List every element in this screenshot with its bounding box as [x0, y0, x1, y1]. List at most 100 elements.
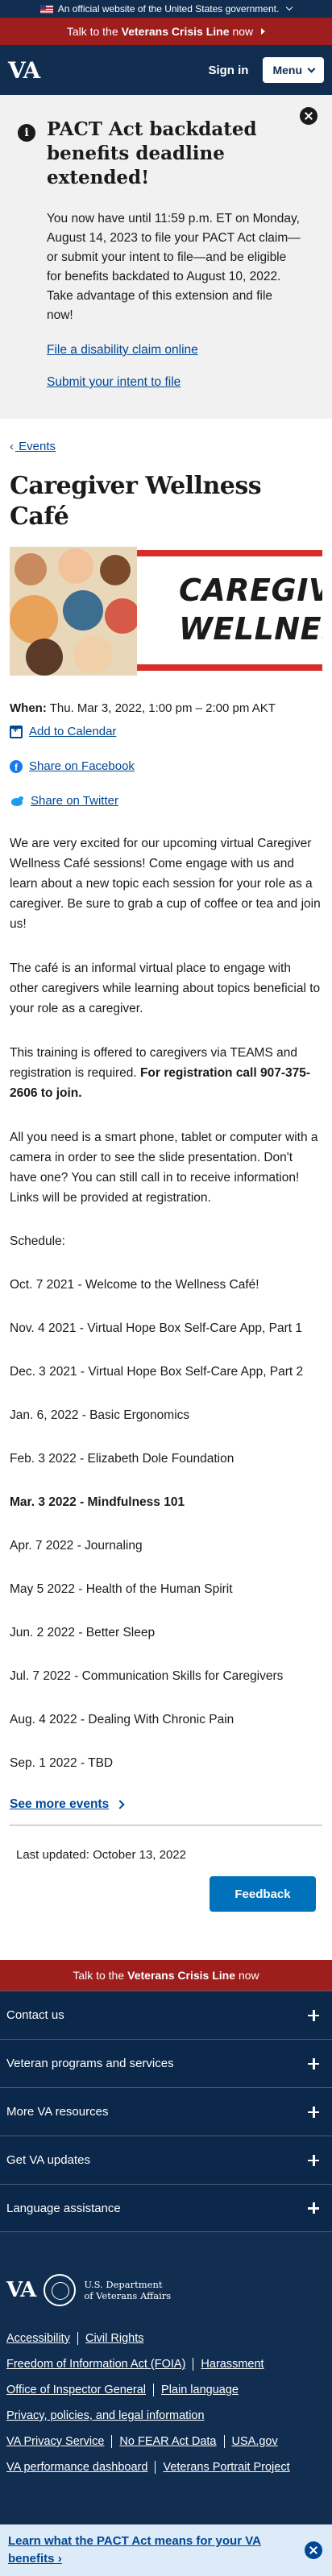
event-hero-image: CAREGIVER WELLNESS C: [10, 547, 322, 676]
schedule-item: Jun. 2 2022 - Better Sleep: [10, 1626, 156, 1639]
chevron-left-icon: ‹: [10, 440, 14, 453]
department-name: U.S. Department of Veterans Affairs: [84, 2279, 171, 2301]
plus-icon: [308, 2057, 319, 2069]
footer-accordion-updates[interactable]: Get VA updates: [0, 2136, 332, 2184]
pact-alert: i PACT Act backdated benefits deadline e…: [0, 95, 332, 419]
intent-to-file-link[interactable]: Submit your intent to file: [47, 375, 317, 390]
accordion-label: Language assistance: [6, 2201, 121, 2215]
share-facebook-link[interactable]: f Share on Facebook: [10, 759, 322, 773]
civil-rights-link[interactable]: Civil Rights: [85, 2326, 144, 2351]
accordion-label: Contact us: [6, 2008, 64, 2022]
footer-brand[interactable]: VA U.S. Department of Veterans Affairs: [0, 2274, 332, 2306]
no-fear-link[interactable]: No FEAR Act Data: [119, 2429, 216, 2454]
schedule-item: Nov. 4 2021 - Virtual Hope Box Self-Care…: [10, 1321, 303, 1335]
event-when: When: Thu. Mar 3, 2022, 1:00 pm – 2:00 p…: [10, 701, 322, 715]
plus-icon: [308, 2202, 319, 2214]
footer-va-logo: VA: [6, 2278, 36, 2302]
us-flag-icon: [39, 4, 53, 14]
crisis-prefix: Talk to the: [73, 1969, 125, 1982]
site-header: VA Sign in Menu: [0, 45, 332, 95]
menu-label: Menu: [272, 64, 302, 76]
oig-link[interactable]: Office of Inspector General: [6, 2377, 146, 2403]
footer-accordion-programs[interactable]: Veteran programs and services: [0, 2039, 332, 2087]
page-title: Caregiver Wellness Café: [10, 472, 262, 531]
va-seal-icon: [44, 2274, 77, 2306]
share-facebook-label: Share on Facebook: [29, 759, 135, 773]
event-description-2: The café is an informal virtual place to…: [10, 961, 321, 1015]
add-calendar-label: Add to Calendar: [29, 725, 117, 738]
pact-act-banner: Learn what the PACT Act means for your V…: [0, 2524, 332, 2576]
performance-dashboard-link[interactable]: VA performance dashboard: [6, 2454, 147, 2480]
schedule-item: Sep. 1 2022 - TBD: [10, 1756, 114, 1770]
file-claim-link[interactable]: File a disability claim online: [47, 343, 317, 358]
schedule-label: Schedule:: [10, 1234, 65, 1248]
arrow-right-icon: [261, 28, 266, 35]
share-twitter-link[interactable]: Share on Twitter: [10, 794, 322, 808]
calendar-plus-icon: [10, 725, 23, 738]
footer-accordion-contact-us[interactable]: Contact us: [0, 1991, 332, 2039]
add-to-calendar-link[interactable]: Add to Calendar: [10, 725, 322, 738]
official-banner-text: An official website of the United States…: [57, 3, 280, 14]
portrait-project-link[interactable]: Veterans Portrait Project: [163, 2454, 289, 2480]
crisis-suffix: now: [232, 25, 254, 38]
pact-act-link[interactable]: Learn what the PACT Act means for your V…: [8, 2533, 261, 2568]
accessibility-link[interactable]: Accessibility: [6, 2326, 70, 2351]
chevron-down-icon: [307, 64, 316, 72]
crisis-line-name: Veterans Crisis Line: [121, 25, 230, 38]
feedback-button[interactable]: Feedback: [210, 1876, 316, 1912]
footer-crisis-line-banner[interactable]: Talk to the Veterans Crisis Line now: [0, 1960, 332, 1991]
footer-accordion-resources[interactable]: More VA resources: [0, 2087, 332, 2136]
last-updated: Last updated: October 13, 2022: [16, 1848, 186, 1862]
chevron-right-icon: ›: [57, 2552, 62, 2566]
alert-title: PACT Act backdated benefits deadline ext…: [47, 118, 257, 188]
privacy-service-link[interactable]: VA Privacy Service: [6, 2429, 104, 2454]
plus-icon: [308, 2106, 319, 2118]
breadcrumb[interactable]: ‹ Events: [10, 440, 322, 453]
usagov-link[interactable]: USA.gov: [232, 2429, 278, 2454]
schedule-item: Feb. 3 2022 - Elizabeth Dole Foundation: [10, 1452, 234, 1466]
dept-line2: of Veterans Affairs: [84, 2290, 172, 2301]
close-icon[interactable]: [300, 107, 317, 125]
schedule-item: May 5 2022 - Health of the Human Spirit: [10, 1582, 233, 1596]
site-footer: Talk to the Veterans Crisis Line now Con…: [0, 1960, 332, 2576]
menu-button[interactable]: Menu: [263, 57, 324, 83]
close-icon[interactable]: [305, 2541, 322, 2559]
see-more-label: See more events: [10, 1797, 110, 1811]
see-more-events-link[interactable]: See more events: [10, 1797, 322, 1812]
main-content: ‹ Events Caregiver Wellness Café CAREGIV…: [0, 440, 332, 1862]
event-description-4: All you need is a smart phone, tablet or…: [10, 1131, 318, 1205]
accordion-label: Veteran programs and services: [6, 2057, 174, 2070]
harassment-link[interactable]: Harassment: [201, 2351, 264, 2377]
chevron-down-icon: [286, 3, 293, 11]
schedule-item: Jul. 7 2022 - Communication Skills for C…: [10, 1669, 284, 1683]
footer-links: Accessibility Civil Rights Freedom of In…: [0, 2326, 332, 2480]
accordion-label: More VA resources: [6, 2105, 109, 2119]
alert-body: You now have until 11:59 p.m. ET on Mond…: [47, 212, 301, 322]
schedule-item: Apr. 7 2022 - Journaling: [10, 1539, 143, 1553]
event-description-1: We are very excited for our upcoming vir…: [10, 837, 321, 931]
schedule-item: Dec. 3 2021 - Virtual Hope Box Self-Care…: [10, 1365, 304, 1379]
schedule-item: Aug. 4 2022 - Dealing With Chronic Pain: [10, 1713, 234, 1726]
crisis-suffix: now: [238, 1969, 259, 1982]
pact-line1: Learn what the PACT Act means for your V…: [8, 2534, 261, 2548]
plus-icon: [308, 2009, 319, 2021]
when-value: Thu. Mar 3, 2022, 1:00 pm – 2:00 pm AKT: [46, 701, 276, 715]
official-gov-banner[interactable]: An official website of the United States…: [0, 0, 332, 18]
breadcrumb-events-link[interactable]: Events: [19, 440, 56, 453]
crisis-line-banner[interactable]: Talk to the Veterans Crisis Line now: [0, 18, 332, 45]
plain-language-link[interactable]: Plain language: [161, 2377, 239, 2403]
hero-banner-text-area: CAREGIVER WELLNESS C: [137, 547, 322, 676]
sign-in-button[interactable]: Sign in: [201, 57, 255, 84]
hero-text-line1: CAREGIVER: [179, 573, 322, 608]
event-description-3: This training is offered to caregivers v…: [10, 1043, 322, 1103]
dept-line1: U.S. Department: [84, 2279, 163, 2290]
schedule-item: Jan. 6, 2022 - Basic Ergonomics: [10, 1408, 190, 1422]
foia-link[interactable]: Freedom of Information Act (FOIA): [6, 2351, 185, 2377]
accordion-label: Get VA updates: [6, 2153, 90, 2167]
footer-accordion-language[interactable]: Language assistance: [0, 2184, 332, 2232]
facebook-icon: f: [10, 759, 23, 773]
divider: [10, 1825, 322, 1826]
va-logo[interactable]: VA: [8, 57, 40, 84]
schedule-item-current: Mar. 3 2022 - Mindfulness 101: [10, 1495, 185, 1509]
privacy-link[interactable]: Privacy, policies, and legal information: [6, 2403, 205, 2429]
